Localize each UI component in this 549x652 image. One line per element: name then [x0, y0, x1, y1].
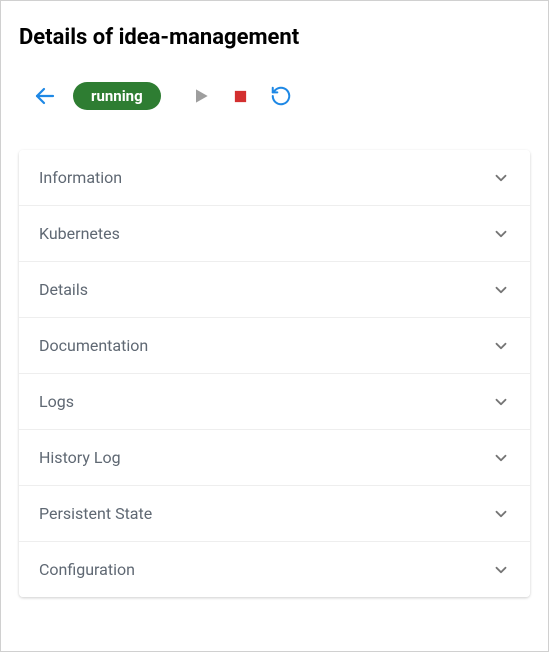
- chevron-down-icon: [492, 337, 510, 355]
- panel-label: Documentation: [39, 336, 148, 355]
- chevron-down-icon: [492, 281, 510, 299]
- panel-information[interactable]: Information: [19, 150, 530, 206]
- toolbar: running: [19, 78, 530, 114]
- panel-persistent-state[interactable]: Persistent State: [19, 486, 530, 542]
- panel-configuration[interactable]: Configuration: [19, 542, 530, 597]
- back-button[interactable]: [27, 78, 63, 114]
- arrow-left-icon: [33, 84, 57, 108]
- panel-label: Kubernetes: [39, 224, 120, 243]
- panel-history-log[interactable]: History Log: [19, 430, 530, 486]
- play-icon: [191, 86, 211, 106]
- panel-documentation[interactable]: Documentation: [19, 318, 530, 374]
- page-title: Details of idea-management: [19, 25, 530, 50]
- chevron-down-icon: [492, 225, 510, 243]
- panel-label: Logs: [39, 392, 74, 411]
- chevron-down-icon: [492, 561, 510, 579]
- start-button[interactable]: [181, 78, 221, 114]
- stop-icon: [233, 89, 248, 104]
- restart-icon: [270, 85, 292, 107]
- chevron-down-icon: [492, 505, 510, 523]
- panel-logs[interactable]: Logs: [19, 374, 530, 430]
- panel-label: Details: [39, 280, 88, 299]
- accordion-panels: Information Kubernetes Details Documenta…: [19, 150, 530, 597]
- status-badge: running: [73, 82, 161, 110]
- panel-label: Information: [39, 168, 122, 187]
- chevron-down-icon: [492, 393, 510, 411]
- details-page: Details of idea-management running: [0, 0, 549, 652]
- panel-label: Configuration: [39, 560, 135, 579]
- panel-label: History Log: [39, 448, 121, 467]
- stop-button[interactable]: [221, 78, 261, 114]
- restart-button[interactable]: [261, 78, 301, 114]
- chevron-down-icon: [492, 169, 510, 187]
- panel-label: Persistent State: [39, 504, 152, 523]
- chevron-down-icon: [492, 449, 510, 467]
- panel-details[interactable]: Details: [19, 262, 530, 318]
- panel-kubernetes[interactable]: Kubernetes: [19, 206, 530, 262]
